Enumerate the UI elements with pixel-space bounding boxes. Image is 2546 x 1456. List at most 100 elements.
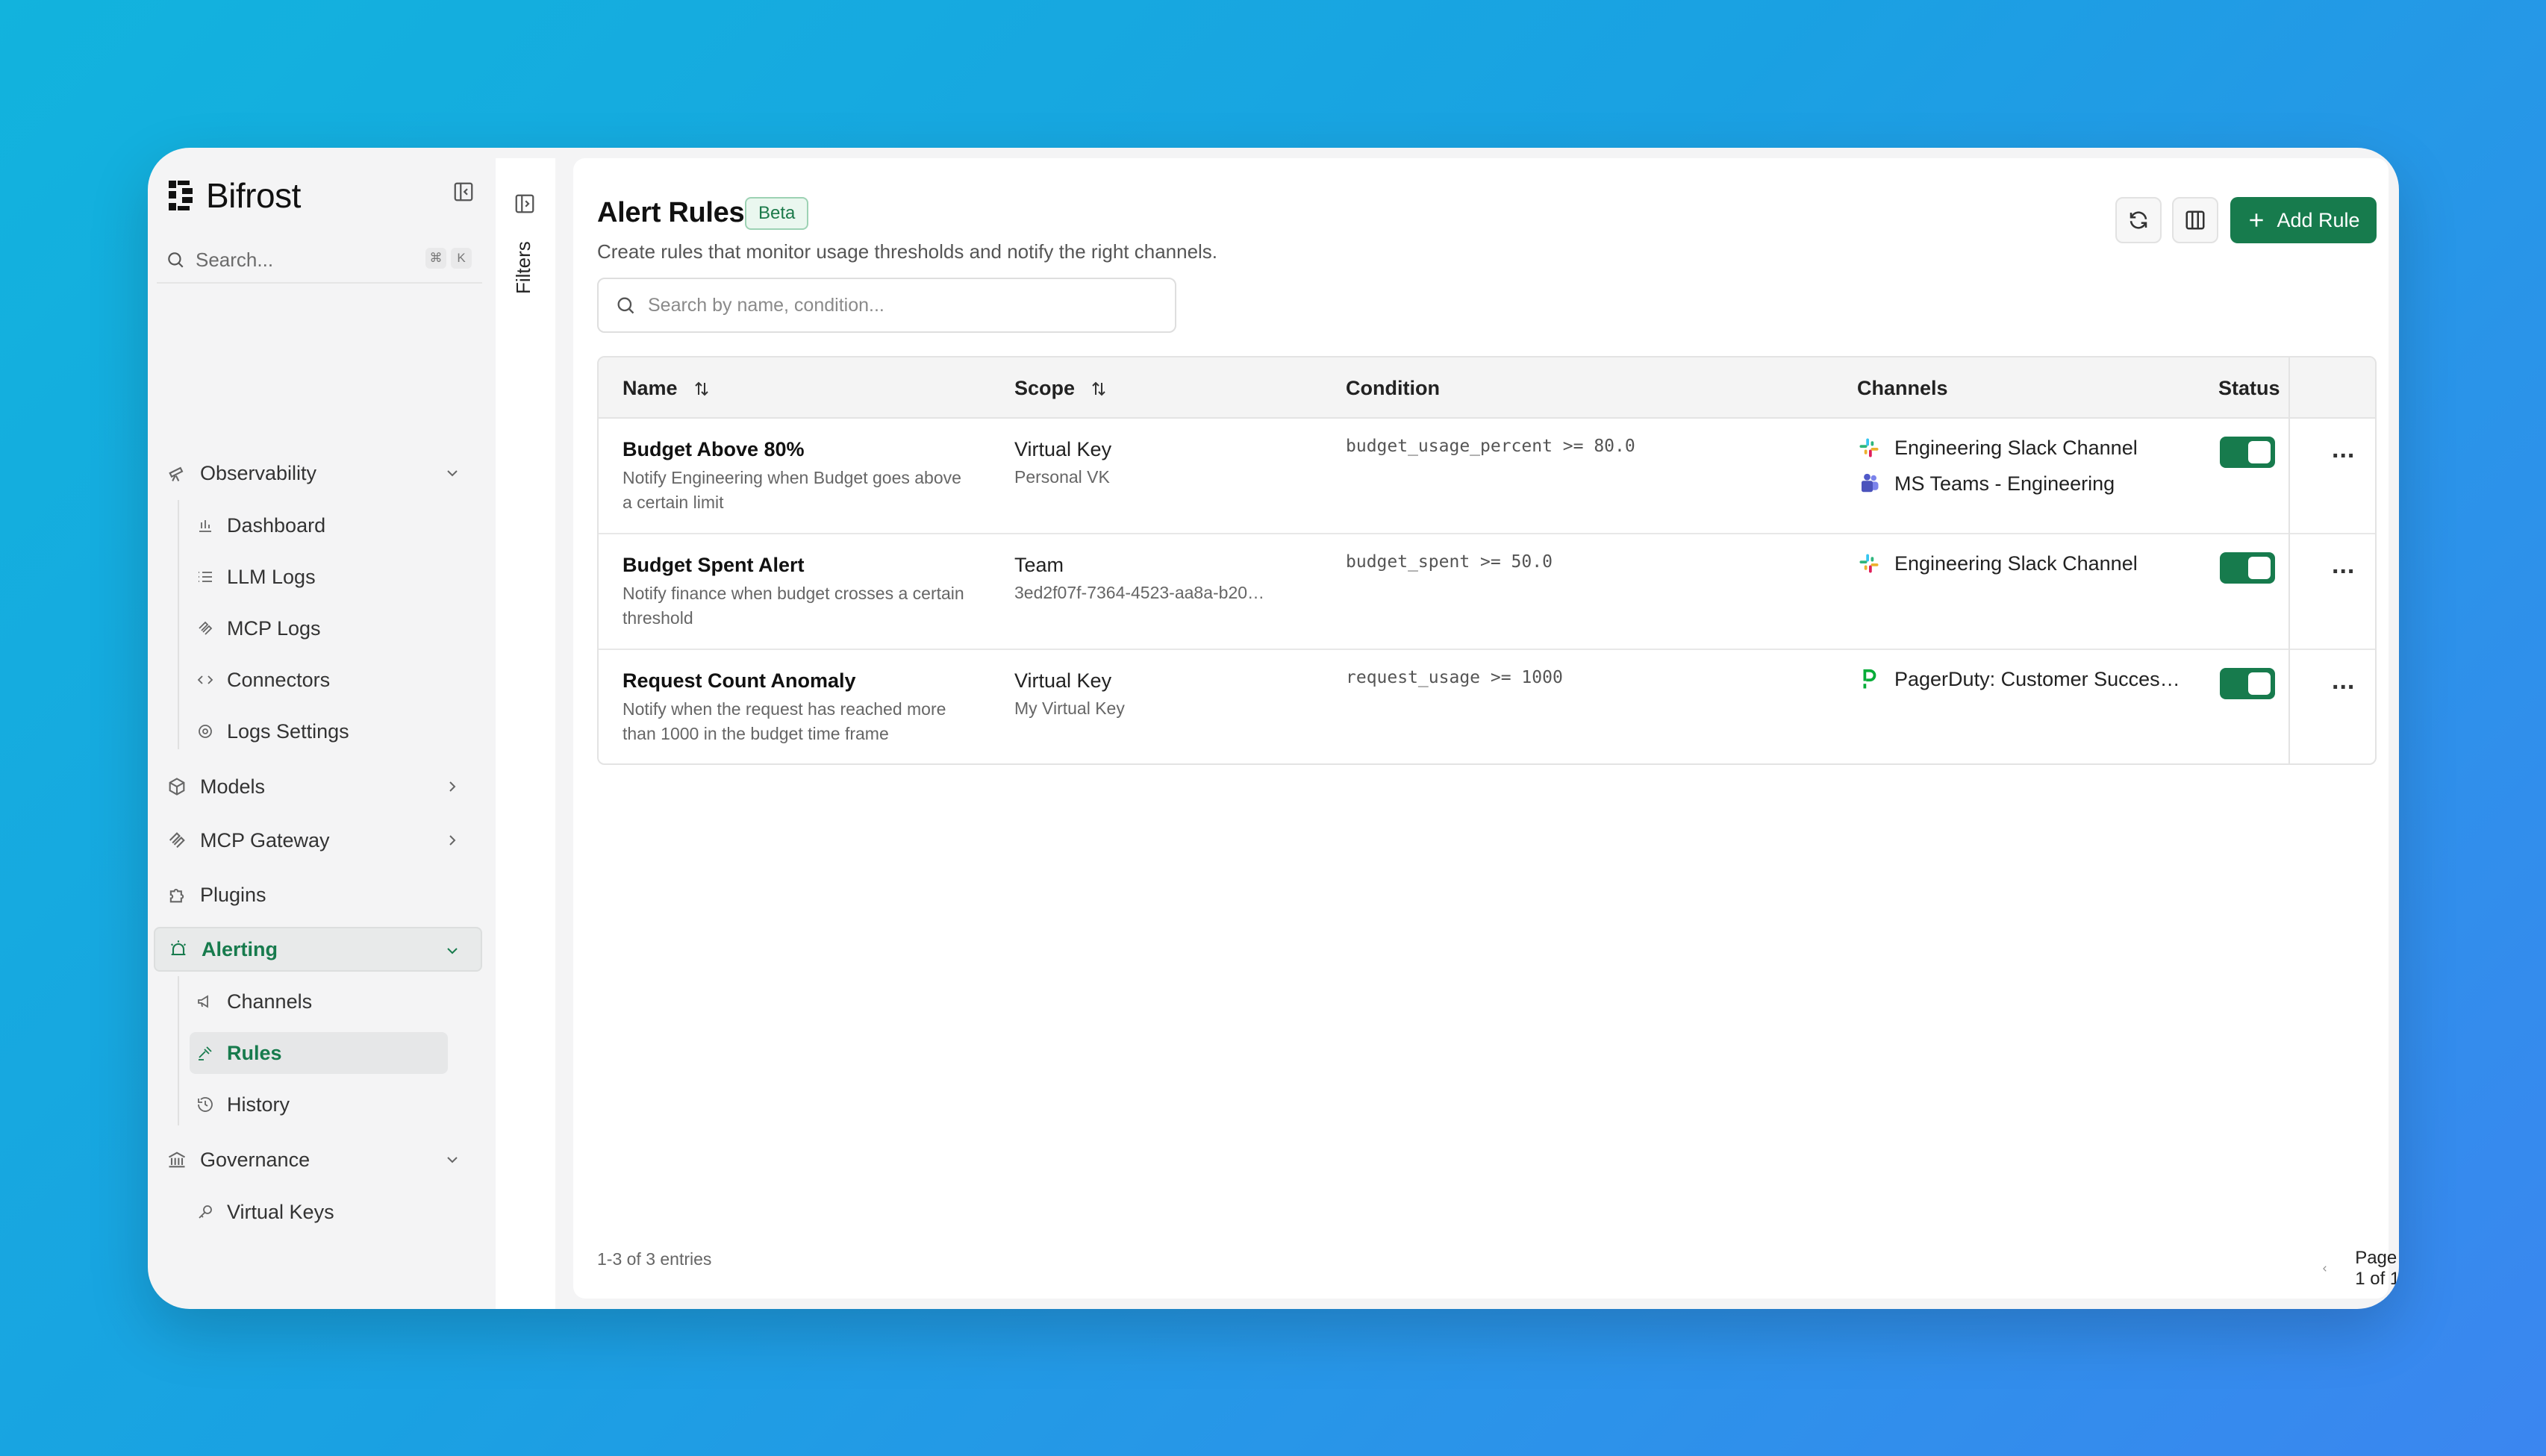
- nav-label: History: [227, 1093, 290, 1116]
- nav-label: MCP Logs: [227, 616, 321, 640]
- header-label: Channels: [1857, 377, 1948, 399]
- rule-name: Budget Spent Alert: [623, 554, 805, 576]
- col-name-header[interactable]: Name: [623, 377, 711, 400]
- channels-cell: Engineering Slack Channel: [1857, 549, 2138, 585]
- nav-label: Virtual Keys: [227, 1200, 334, 1223]
- channel-label: PagerDuty: Customer Succes…: [1894, 667, 2180, 690]
- row-actions-button[interactable]: ...: [2332, 435, 2355, 464]
- sidebar-item-logs-settings[interactable]: Logs Settings: [190, 710, 448, 752]
- nav-label: Alerting: [202, 937, 278, 960]
- sidebar-item-dashboard[interactable]: Dashboard: [190, 504, 448, 546]
- search-placeholder: Search...: [196, 248, 274, 271]
- header-label: Name: [623, 377, 678, 399]
- header-label: Condition: [1346, 377, 1440, 399]
- chevron-down-icon: [447, 948, 458, 954]
- brand[interactable]: Bifrost: [167, 175, 301, 216]
- refresh-icon: [2130, 211, 2147, 229]
- slack-icon: [1857, 436, 1881, 460]
- rules-search-input[interactable]: [648, 294, 1155, 316]
- table-row[interactable]: Budget Spent Alert Notify finance when b…: [599, 534, 2375, 650]
- puzzle-icon: [166, 884, 188, 906]
- condition-cell: budget_usage_percent >= 80.0: [1346, 437, 1635, 456]
- nav-label: LLM Logs: [227, 565, 316, 588]
- add-rule-button[interactable]: Add Rule: [2230, 197, 2377, 243]
- tree-line: [178, 500, 179, 749]
- channel-label: MS Teams - Engineering: [1894, 472, 2115, 495]
- rule-description: Notify when the request has reached more…: [623, 699, 946, 743]
- sidebar-item-mcp-logs[interactable]: MCP Logs: [190, 607, 448, 649]
- collapse-sidebar-icon[interactable]: [452, 181, 475, 203]
- kbd-cmd: ⌘: [425, 248, 446, 269]
- filters-rail[interactable]: Filters: [496, 158, 555, 1309]
- plus-icon: [2250, 213, 2264, 227]
- search-icon: [617, 297, 634, 314]
- chevron-down-icon: [447, 1157, 458, 1163]
- expand-filters-icon[interactable]: [514, 193, 536, 215]
- nav-label: Observability: [200, 461, 317, 484]
- channel-item: PagerDuty: Customer Succes…: [1857, 665, 2180, 693]
- scope-type: Team: [1014, 554, 1064, 576]
- table-row[interactable]: Request Count Anomaly Notify when the re…: [599, 650, 2375, 763]
- channel-item: Engineering Slack Channel: [1857, 549, 2138, 578]
- columns-button[interactable]: [2172, 197, 2218, 243]
- sort-icon: [694, 381, 708, 396]
- rule-name: Budget Above 80%: [623, 438, 805, 460]
- nav-group-models[interactable]: Models: [163, 764, 481, 809]
- rule-name: Request Count Anomaly: [623, 669, 856, 692]
- sidebar-item-channels[interactable]: Channels: [190, 981, 448, 1022]
- row-actions-button[interactable]: ...: [2332, 666, 2355, 696]
- filters-label[interactable]: Filters: [512, 241, 535, 294]
- rule-name-cell: Request Count Anomaly Notify when the re…: [623, 669, 973, 746]
- nav-label: Models: [200, 775, 266, 798]
- nav-group-alerting[interactable]: Alerting: [154, 927, 482, 972]
- cube-icon: [166, 775, 188, 798]
- nav-label: Dashboard: [227, 513, 326, 537]
- refresh-button[interactable]: [2115, 197, 2162, 243]
- rules-search[interactable]: [597, 278, 1176, 333]
- nav-group-observability[interactable]: Observability: [163, 451, 481, 496]
- nav-label: Logs Settings: [227, 719, 349, 743]
- scope-target: 3ed2f07f-7364-4523-aa8a-b20…: [1014, 583, 1265, 602]
- sidebar-item-connectors[interactable]: Connectors: [190, 659, 448, 701]
- status-toggle[interactable]: [2220, 437, 2275, 468]
- sidebar-item-llm-logs[interactable]: LLM Logs: [190, 556, 448, 598]
- code-icon: [196, 670, 215, 690]
- col-scope-header[interactable]: Scope: [1014, 377, 1108, 400]
- scope-cell: Virtual Key My Virtual Key: [1014, 669, 1305, 719]
- sidebar-search[interactable]: Search... ⌘ K: [157, 237, 482, 284]
- row-actions-button[interactable]: ...: [2332, 551, 2355, 580]
- rules-table: Name Scope Condition Channels Status Bud…: [597, 356, 2377, 765]
- table-header: Name Scope Condition Channels Status: [599, 357, 2375, 419]
- sidebar-item-rules[interactable]: Rules: [190, 1032, 448, 1074]
- bar-chart-icon: [196, 516, 215, 535]
- bank-icon: [166, 1149, 188, 1171]
- add-rule-label: Add Rule: [2277, 208, 2360, 231]
- sidebar-item-history[interactable]: History: [190, 1084, 448, 1125]
- page-title: Alert Rules: [597, 197, 745, 228]
- status-toggle[interactable]: [2220, 668, 2275, 699]
- pagination: Page 1 of 1: [2320, 1248, 2399, 1290]
- mcp-gateway-icon: [166, 829, 188, 852]
- gavel-icon: [196, 1043, 215, 1063]
- table-row[interactable]: Budget Above 80% Notify Engineering when…: [599, 419, 2375, 534]
- telescope-icon: [166, 462, 188, 484]
- chevron-right-icon: [449, 835, 456, 846]
- sort-icon: [1092, 381, 1105, 396]
- header-label: Status: [2218, 377, 2280, 399]
- sidebar-item-virtual-keys[interactable]: Virtual Keys: [190, 1191, 448, 1233]
- status-toggle[interactable]: [2220, 552, 2275, 584]
- rule-name-cell: Budget Spent Alert Notify finance when b…: [623, 554, 973, 631]
- kbd-k: K: [451, 248, 472, 269]
- chevron-left-icon[interactable]: [2320, 1260, 2330, 1277]
- channels-cell: Engineering Slack Channel MS Teams - Eng…: [1857, 434, 2138, 505]
- scope-target: Personal VK: [1014, 467, 1110, 487]
- megaphone-icon: [196, 992, 215, 1011]
- channel-label: Engineering Slack Channel: [1894, 552, 2138, 575]
- nav-group-plugins[interactable]: Plugins: [163, 872, 481, 917]
- nav-group-mcp-gateway[interactable]: MCP Gateway: [163, 818, 481, 863]
- gear-icon: [196, 722, 215, 741]
- nav-label: Channels: [227, 990, 313, 1013]
- header-label: Scope: [1014, 377, 1076, 399]
- nav-group-governance[interactable]: Governance: [163, 1137, 481, 1182]
- nav-label: Plugins: [200, 883, 266, 906]
